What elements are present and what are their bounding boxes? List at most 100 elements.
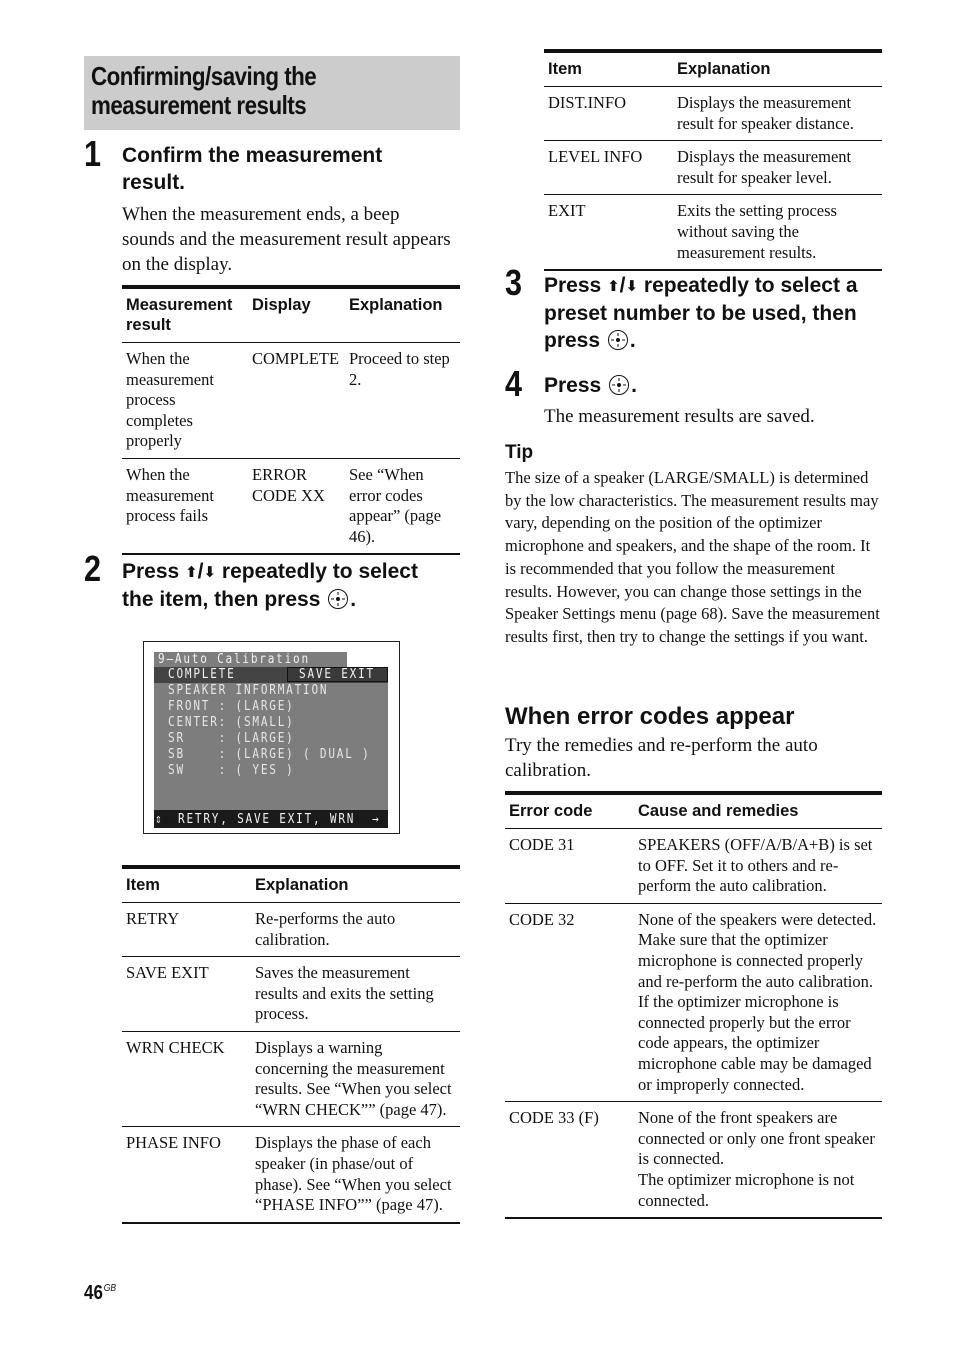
- osd-display-illustration: 9–Auto Calibration COMPLETE SAVE EXIT SP…: [143, 641, 400, 834]
- table-row: EXIT Exits the setting process without s…: [544, 195, 882, 271]
- step-4-number: 4: [505, 363, 523, 404]
- error-code-table: Error code Cause and remedies CODE 31 SP…: [505, 791, 882, 1219]
- column-header: Measurement result: [126, 296, 233, 334]
- item-cell: PHASE INFO: [126, 1133, 221, 1153]
- item-table-left: Item Explanation RETRY Re-performs the a…: [122, 865, 460, 1224]
- section-title: Confirming/saving the measurement result…: [91, 61, 317, 120]
- item-cell: RETRY: [126, 909, 180, 928]
- tip-label: Tip: [505, 442, 534, 463]
- table-header-row: Error code Cause and remedies: [505, 793, 882, 829]
- step-4-body: The measurement results are saved.: [544, 406, 815, 427]
- item-cell: SAVE EXIT: [126, 963, 209, 983]
- step-1-number: 1: [84, 133, 102, 174]
- osd-line: SR : (LARGE): [168, 731, 295, 746]
- table-row: When the measurement process completes p…: [122, 343, 460, 459]
- display-cell: ERROR CODE XX: [252, 464, 325, 505]
- arrow-up-icon: ⬆: [185, 564, 198, 581]
- column-header: Explanation: [255, 876, 349, 894]
- error-codes-heading: When error codes appear: [505, 703, 795, 730]
- step-2-heading-post: .: [350, 588, 357, 611]
- step-3-heading-pre: Press: [544, 274, 608, 297]
- error-code-cell: CODE 32: [509, 909, 575, 929]
- tip-body: The size of a speaker (LARGE/SMALL) is d…: [505, 468, 880, 646]
- table-row: LEVEL INFO Displays the measurement resu…: [544, 141, 882, 195]
- table-header-row: Item Explanation: [122, 867, 460, 903]
- enter-button-icon: [328, 589, 349, 609]
- remedy-cell: SPEAKERS (OFF/A/B/A+B) is set to OFF. Se…: [638, 835, 873, 896]
- error-codes-intro: Try the remedies and re-perform the auto…: [505, 735, 818, 781]
- result-cell: When the measurement process completes p…: [126, 349, 214, 451]
- page-number: 46GB: [84, 1282, 116, 1305]
- step-3-heading-post: .: [629, 329, 636, 352]
- explanation-cell: Displays the phase of each speaker (in p…: [255, 1133, 452, 1215]
- column-header: Explanation: [677, 60, 771, 78]
- page-region: GB: [103, 1283, 117, 1294]
- explanation-cell: Displays the measurement result for spea…: [677, 93, 854, 133]
- explanation-cell: Proceed to step 2.: [349, 349, 450, 389]
- section-header: Confirming/saving the measurement result…: [84, 56, 460, 130]
- arrow-down-icon: ⬇: [625, 278, 639, 295]
- arrow-up-icon: ⬆: [607, 278, 620, 295]
- osd-line: SPEAKER INFORMATION: [168, 683, 329, 698]
- arrow-down-icon: ⬇: [203, 564, 217, 581]
- item-cell: EXIT: [548, 201, 586, 221]
- table-row: CODE 31 SPEAKERS (OFF/A/B/A+B) is set to…: [505, 829, 882, 904]
- step-2-heading-pre: Press: [122, 560, 186, 583]
- display-cell: COMPLETE: [252, 349, 340, 368]
- remedy-cell: None of the front speakers are connected…: [638, 1108, 875, 1210]
- item-cell: LEVEL INFO: [548, 147, 643, 167]
- explanation-cell: Saves the measurement results and exits …: [255, 963, 434, 1024]
- step-3-heading: Press ⬆/⬇ repeatedly to select a preset …: [544, 272, 889, 354]
- error-code-cell: CODE 33 (F): [509, 1108, 599, 1128]
- explanation-cell: Displays a warning concerning the measur…: [255, 1037, 452, 1119]
- step-1-body: When the measurement ends, a beep sounds…: [122, 204, 451, 275]
- column-header: Explanation: [349, 296, 443, 314]
- osd-line: SW : ( YES ): [168, 763, 295, 778]
- item-cell: DIST.INFO: [548, 93, 627, 112]
- measurement-result-table: Measurement result Display Explanation W…: [122, 285, 460, 555]
- column-header: Cause and remedies: [638, 802, 799, 820]
- table-row: DIST.INFO Displays the measurement resul…: [544, 87, 882, 141]
- explanation-cell: Re-performs the auto calibration.: [255, 909, 396, 949]
- result-cell: When the measurement process fails: [126, 464, 214, 526]
- remedy-cell: None of the speakers were detected. Make…: [638, 909, 877, 1094]
- table-row: When the measurement process fails ERROR…: [122, 458, 460, 555]
- table-row: RETRY Re-performs the auto calibration.: [122, 903, 460, 957]
- enter-button-icon: [607, 330, 628, 350]
- step-1-heading: Confirm the measurement result.: [122, 144, 383, 194]
- explanation-cell: See “When error codes appear” (page 46).: [349, 464, 442, 546]
- step-3-number: 3: [505, 262, 523, 303]
- table-header-row: Measurement result Display Explanation: [122, 287, 460, 343]
- osd-selected-item: SAVE EXIT: [299, 667, 375, 682]
- osd-line: CENTER: (SMALL): [168, 715, 295, 730]
- step-2-heading: Press ⬆/⬇ repeatedly to select the item,…: [122, 558, 452, 613]
- step-4-heading-pre: Press: [544, 374, 608, 397]
- right-arrow-icon: →: [372, 812, 381, 827]
- step-4-heading: Press .: [544, 372, 844, 399]
- item-table-right: Item Explanation DIST.INFO Displays the …: [544, 49, 882, 271]
- table-row: SAVE EXIT Saves the measurement results …: [122, 957, 460, 1032]
- error-code-cell: CODE 31: [509, 835, 575, 854]
- updown-icon: ⇕: [155, 812, 164, 827]
- osd-title: 9–Auto Calibration: [158, 652, 310, 667]
- table-row: CODE 33 (F) None of the front speakers a…: [505, 1102, 882, 1219]
- step-2-number: 2: [84, 548, 102, 589]
- osd-line: FRONT : (LARGE): [168, 699, 295, 714]
- item-cell: WRN CHECK: [126, 1037, 225, 1057]
- column-header: Error code: [509, 802, 593, 820]
- column-header: Display: [252, 296, 311, 314]
- table-row: PHASE INFO Displays the phase of each sp…: [122, 1127, 460, 1223]
- explanation-cell: Exits the setting process without saving…: [677, 201, 837, 262]
- step-4-heading-post: .: [631, 374, 637, 397]
- column-header: Item: [548, 60, 582, 78]
- table-row: CODE 32 None of the speakers were detect…: [505, 903, 882, 1102]
- enter-button-icon: [609, 375, 630, 395]
- osd-screen: 9–Auto Calibration COMPLETE SAVE EXIT SP…: [154, 652, 388, 828]
- column-header: Item: [126, 876, 160, 894]
- explanation-cell: Displays the measurement result for spea…: [677, 147, 852, 187]
- table-header-row: Item Explanation: [544, 51, 882, 87]
- page-number-value: 46: [84, 1282, 103, 1304]
- osd-status: COMPLETE: [168, 667, 236, 682]
- osd-line: SB : (LARGE) ( DUAL ): [168, 747, 371, 762]
- osd-footer: RETRY, SAVE EXIT, WRN: [178, 812, 356, 827]
